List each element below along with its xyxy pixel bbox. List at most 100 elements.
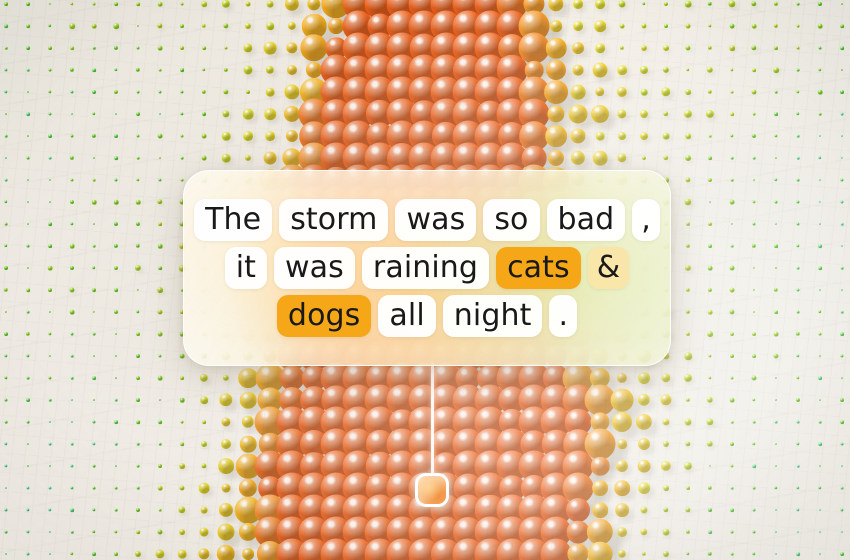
heatmap-dot[interactable] [26, 156, 30, 160]
heatmap-dot[interactable] [135, 221, 141, 227]
heatmap-dot[interactable] [730, 464, 734, 468]
heatmap-dot[interactable] [729, 287, 735, 293]
heatmap-dot[interactable] [114, 552, 118, 556]
heatmap-dot[interactable] [818, 2, 822, 6]
token-chip[interactable]: it [224, 247, 268, 289]
heatmap-dot[interactable] [774, 376, 778, 380]
token-chip[interactable]: night [442, 295, 543, 337]
heatmap-dot[interactable] [26, 90, 30, 94]
heatmap-dot[interactable] [92, 90, 96, 94]
heatmap-dot[interactable] [685, 221, 691, 227]
heatmap-dot[interactable] [773, 67, 779, 73]
heatmap-dot[interactable] [135, 67, 141, 73]
heatmap-dot[interactable] [157, 133, 163, 139]
heatmap-dot[interactable] [266, 0, 274, 8]
heatmap-dot[interactable] [70, 508, 74, 512]
heatmap-dot[interactable] [663, 485, 669, 491]
heatmap-dot[interactable] [685, 133, 691, 139]
heatmap-dot[interactable] [637, 459, 651, 473]
heatmap-dot[interactable] [158, 398, 162, 402]
heatmap-dot[interactable] [795, 331, 801, 337]
heatmap-dot[interactable] [707, 485, 713, 491]
heatmap-dot[interactable] [840, 486, 844, 490]
heatmap-dot[interactable] [752, 178, 756, 182]
heatmap-dot[interactable] [752, 508, 756, 512]
heatmap-dot[interactable] [92, 332, 96, 336]
heatmap-dot[interactable] [202, 68, 206, 72]
heatmap-dot[interactable] [840, 244, 844, 248]
heatmap-dot[interactable] [840, 266, 844, 270]
heatmap-dot[interactable] [48, 134, 52, 138]
heatmap-dot[interactable] [840, 398, 844, 402]
heatmap-dot[interactable] [4, 266, 8, 270]
heatmap-dot[interactable] [730, 68, 734, 72]
heatmap-dot[interactable] [707, 287, 713, 293]
heatmap-dot[interactable] [180, 68, 184, 72]
heatmap-dot[interactable] [158, 156, 162, 160]
heatmap-dot[interactable] [730, 112, 734, 116]
heatmap-dot[interactable] [730, 442, 734, 446]
heatmap-dot[interactable] [638, 372, 650, 384]
heatmap-dot[interactable] [708, 244, 712, 248]
heatmap-dot[interactable] [638, 482, 650, 494]
heatmap-dot[interactable] [840, 68, 844, 72]
heatmap-dot[interactable] [818, 112, 822, 116]
heatmap-dot[interactable] [774, 420, 778, 424]
heatmap-dot[interactable] [158, 508, 162, 512]
heatmap-dot[interactable] [48, 332, 52, 336]
heatmap-dot[interactable] [48, 288, 52, 292]
heatmap-dot[interactable] [685, 331, 691, 337]
heatmap-dot[interactable] [180, 420, 184, 424]
heatmap-dot[interactable] [818, 420, 822, 424]
heatmap-dot[interactable] [818, 178, 822, 182]
heatmap-dot[interactable] [92, 398, 96, 402]
heatmap-dot[interactable] [796, 2, 800, 6]
heatmap-dot[interactable] [730, 332, 734, 336]
heatmap-dot[interactable] [25, 331, 31, 337]
heatmap-dot[interactable] [818, 354, 822, 358]
heatmap-dot[interactable] [570, 128, 586, 144]
heatmap-dot[interactable] [92, 178, 96, 182]
heatmap-dot[interactable] [639, 109, 649, 119]
heatmap-dot[interactable] [4, 156, 8, 160]
heatmap-dot[interactable] [202, 420, 206, 424]
heatmap-dot[interactable] [26, 178, 30, 182]
heatmap-dot[interactable] [751, 133, 757, 139]
heatmap-dot[interactable] [796, 464, 800, 468]
heatmap-dot[interactable] [611, 411, 633, 433]
heatmap-dot[interactable] [796, 24, 800, 28]
heatmap-dot[interactable] [752, 288, 756, 292]
heatmap-dot[interactable] [202, 112, 206, 116]
heatmap-dot[interactable] [201, 133, 207, 139]
heatmap-dot[interactable] [70, 398, 74, 402]
heatmap-dot[interactable] [818, 508, 822, 512]
heatmap-dot[interactable] [818, 266, 822, 270]
heatmap-dot[interactable] [48, 244, 52, 248]
heatmap-dot[interactable] [113, 199, 119, 205]
selected-cell-marker[interactable] [415, 473, 449, 507]
heatmap-dot[interactable] [70, 332, 74, 336]
heatmap-dot[interactable] [48, 486, 52, 490]
heatmap-dot[interactable] [752, 112, 756, 116]
heatmap-dot[interactable] [114, 112, 118, 116]
heatmap-dot[interactable] [70, 464, 74, 468]
heatmap-dot[interactable] [136, 332, 140, 336]
heatmap-dot[interactable] [572, 64, 584, 76]
heatmap-dot[interactable] [239, 391, 257, 409]
heatmap-dot[interactable] [158, 178, 162, 182]
heatmap-dot[interactable] [4, 530, 8, 534]
heatmap-dot[interactable] [157, 243, 163, 249]
heatmap-dot[interactable] [70, 2, 74, 6]
heatmap-dot[interactable] [48, 376, 52, 380]
heatmap-dot[interactable] [796, 266, 800, 270]
heatmap-dot[interactable] [113, 45, 119, 51]
heatmap-dot[interactable] [686, 68, 690, 72]
heatmap-dot[interactable] [752, 420, 756, 424]
heatmap-dot[interactable] [26, 244, 30, 248]
heatmap-dot[interactable] [179, 463, 185, 469]
heatmap-dot[interactable] [69, 155, 75, 161]
heatmap-dot[interactable] [773, 23, 779, 29]
heatmap-dot[interactable] [114, 398, 118, 402]
token-chip[interactable]: & [587, 247, 630, 289]
heatmap-dot[interactable] [114, 508, 118, 512]
